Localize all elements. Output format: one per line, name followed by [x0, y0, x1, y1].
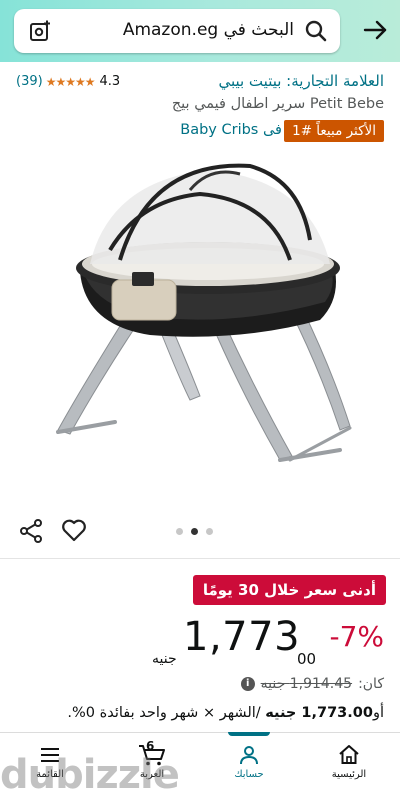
nav-home-label: الرئيسية — [331, 769, 367, 780]
installment-offer: أو1,773.00 جنيه /الشهر × شهر واحد بفائدة… — [67, 705, 384, 721]
best-seller-row: الأكثر مبيعاً #1 فى Baby Cribs — [0, 118, 400, 144]
search-bar[interactable]: البحث في Amazon.eg — [14, 9, 340, 53]
watermark-text: dubizzle — [0, 752, 180, 794]
search-icon[interactable] — [304, 19, 328, 43]
best-seller-category-link[interactable]: فى Baby Cribs — [180, 122, 282, 138]
was-price-value: 1,914.45 جنيه — [260, 676, 353, 692]
rating-stars-icon: ★★★★★ — [45, 74, 96, 89]
brand-rating-row: (39) ★★★★★ 4.3 العلامة التجارية: بيتيت ب… — [0, 68, 400, 94]
rating-summary[interactable]: (39) ★★★★★ 4.3 — [16, 74, 120, 89]
installment-prefix: أو — [372, 705, 384, 721]
info-icon[interactable]: i — [240, 677, 255, 691]
carousel-dot[interactable] — [206, 528, 213, 535]
cart-count: 6 — [146, 739, 155, 753]
wishlist-heart-icon[interactable] — [60, 516, 88, 544]
product-title: Petit Bebe سرير اطفال فيمي بيج — [171, 96, 384, 112]
back-arrow-icon[interactable] — [360, 15, 390, 45]
lowest-price-badge: أدنى سعر خلال 30 يومًا — [192, 575, 386, 605]
home-icon — [339, 745, 359, 764]
best-seller-badge: الأكثر مبيعاً #1 — [284, 120, 384, 142]
product-image[interactable] — [40, 160, 360, 480]
installment-terms: /الشهر × شهر واحد بفائدة 0%. — [67, 705, 261, 721]
nav-account[interactable]: حسابك — [214, 732, 284, 789]
account-icon — [240, 746, 258, 765]
image-carousel-dots[interactable] — [176, 528, 213, 535]
carousel-dot[interactable] — [176, 528, 183, 535]
was-price-row: كان: 1,914.45 جنيه i — [240, 676, 384, 692]
was-label: كان: — [358, 676, 384, 692]
rating-count[interactable]: (39) — [16, 74, 43, 89]
price-row: -7% 1,773 00 جنيه — [0, 614, 400, 670]
price-whole: 1,773 — [183, 614, 301, 660]
discount-percent: -7% — [329, 620, 384, 653]
active-tab-indicator — [228, 732, 270, 736]
installment-amount: 1,773.00 جنيه — [265, 705, 373, 721]
brand-link[interactable]: العلامة التجارية: بيتيت بيبي — [218, 72, 384, 90]
nav-account-label: حسابك — [234, 769, 264, 780]
price-fraction: 00 — [297, 650, 317, 668]
share-icon[interactable] — [18, 518, 44, 544]
product-page: البحث في Amazon.eg (39) ★★★★★ 4.3 العلام… — [0, 0, 400, 794]
section-divider — [0, 558, 400, 559]
top-header: البحث في Amazon.eg — [0, 0, 400, 62]
nav-home[interactable]: الرئيسية — [314, 739, 384, 789]
dubizzle-watermark: dubizzle — [0, 752, 180, 794]
camera-search-icon[interactable] — [28, 19, 52, 43]
carousel-dot-active[interactable] — [191, 528, 198, 535]
search-input[interactable]: البحث في Amazon.eg — [123, 20, 294, 40]
price-currency: جنيه — [152, 651, 177, 667]
rating-score: 4.3 — [99, 74, 121, 89]
